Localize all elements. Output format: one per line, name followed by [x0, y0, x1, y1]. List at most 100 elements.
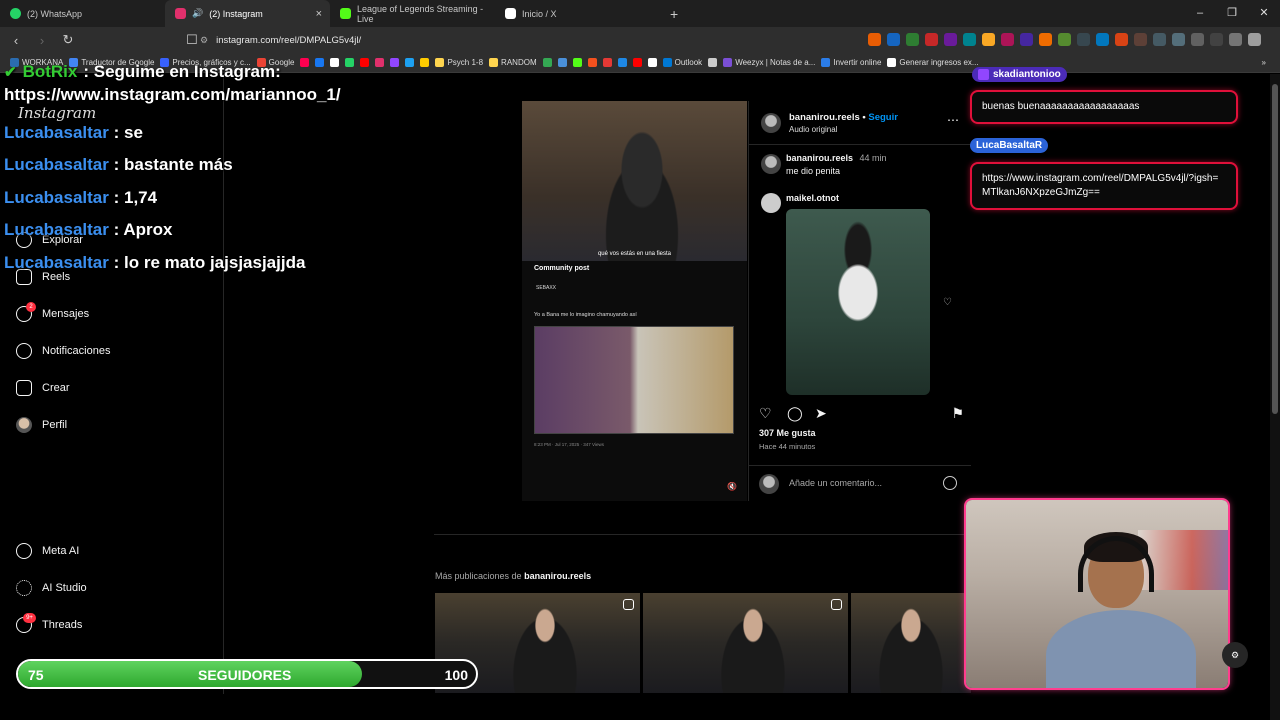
share-icon[interactable]: ➤ — [815, 405, 827, 422]
mute-icon[interactable]: 🔇 — [727, 482, 737, 491]
sidebar-item-mensajes[interactable]: 2 Mensajes — [16, 302, 90, 322]
close-tab-icon[interactable]: × — [316, 8, 322, 20]
bookmark-item[interactable] — [647, 58, 657, 67]
like-comment-icon[interactable]: ♡ — [943, 297, 952, 308]
more-bookmarks-button[interactable]: » — [1262, 58, 1280, 67]
extension-icon[interactable] — [1096, 33, 1109, 46]
comment-user[interactable]: bananirou.reels 44 min — [786, 153, 887, 163]
follow-button[interactable]: Seguir — [868, 112, 898, 123]
bookmark-icon[interactable]: ☐ — [182, 32, 202, 48]
comment-user[interactable]: maikel.otnot — [786, 193, 839, 203]
sidebar-item-perfil[interactable]: Perfil — [16, 417, 67, 433]
bookmark-item[interactable] — [587, 58, 597, 67]
comment-icon[interactable]: ◯ — [787, 405, 803, 422]
save-icon[interactable]: ⚑ — [951, 405, 964, 422]
extension-icon[interactable] — [887, 33, 900, 46]
restore-button[interactable]: ❐ — [1216, 0, 1248, 27]
like-icon[interactable]: ♡ — [759, 405, 772, 422]
extension-icon[interactable] — [982, 33, 995, 46]
sidebar-item-threads[interactable]: 9+ Threads — [16, 613, 82, 633]
sidebar-item-label: Mensajes — [42, 308, 90, 320]
bookmark-item[interactable]: Invertir online — [821, 58, 881, 67]
settings-icon[interactable]: ⚙ — [1222, 642, 1248, 668]
comment-time: 44 min — [859, 153, 887, 163]
url-field[interactable]: ⚙ instagram.com/reel/DMPALG5v4jl/ — [200, 31, 765, 49]
extension-icon[interactable] — [925, 33, 938, 46]
avatar[interactable] — [761, 113, 781, 133]
reload-icon[interactable]: ↻ — [58, 32, 78, 48]
comment-username[interactable]: bananirou.reels — [786, 153, 853, 163]
sidebar-item-meta-ai[interactable]: Meta AI — [16, 543, 79, 559]
bookmark-item[interactable] — [542, 58, 552, 67]
page-scrollbar[interactable] — [1270, 74, 1280, 720]
scrollbar-thumb[interactable] — [1272, 84, 1278, 414]
site-info-icon[interactable]: ⚙ — [200, 35, 208, 46]
back-icon[interactable]: ‹ — [6, 33, 26, 48]
extension-icon[interactable] — [1248, 33, 1261, 46]
extension-icon[interactable] — [1020, 33, 1033, 46]
extension-icon[interactable] — [963, 33, 976, 46]
sidebar-item-ai-studio[interactable]: AI Studio — [16, 580, 87, 596]
reel-icon — [623, 599, 634, 610]
comment-input[interactable]: Añade un comentario... — [789, 478, 882, 488]
post-username[interactable]: bananirou.reels • Seguir — [789, 112, 898, 123]
extension-icon[interactable] — [1115, 33, 1128, 46]
new-tab-button[interactable]: + — [670, 6, 678, 22]
extension-icon[interactable] — [1229, 33, 1242, 46]
bookmark-item[interactable] — [632, 58, 642, 67]
emoji-icon[interactable] — [943, 476, 957, 490]
extension-icon[interactable] — [1134, 33, 1147, 46]
bookmark-item[interactable]: Generar ingresos ex... — [887, 58, 979, 67]
bookmark-item[interactable] — [708, 58, 718, 67]
bookmark-favicon-icon — [632, 58, 642, 67]
sidebar-item-crear[interactable]: Crear — [16, 380, 70, 396]
extension-icon[interactable] — [1172, 33, 1185, 46]
extension-icon[interactable] — [1210, 33, 1223, 46]
extension-icon[interactable] — [1077, 33, 1090, 46]
comment-video[interactable] — [786, 209, 930, 395]
divider — [434, 534, 974, 535]
extension-icon[interactable] — [1039, 33, 1052, 46]
extension-icon[interactable] — [906, 33, 919, 46]
chat-message: Lucabasaltar : lo re mato jajsjasjajjda — [4, 253, 305, 273]
bookmark-favicon-icon — [572, 58, 582, 67]
more-options-icon[interactable]: ⋯ — [947, 113, 959, 127]
extension-icon[interactable] — [868, 33, 881, 46]
instagram-logo[interactable]: Instagram — [18, 104, 96, 122]
forward-icon[interactable]: › — [32, 33, 52, 48]
bookmark-item[interactable] — [602, 58, 612, 67]
extension-icon[interactable] — [1001, 33, 1014, 46]
post-header: bananirou.reels • Seguir Audio original … — [749, 101, 971, 145]
like-count[interactable]: 307 Me gusta — [759, 428, 816, 438]
speaker-icon[interactable]: 🔊 — [192, 8, 203, 19]
tab-instagram[interactable]: 🔊 (2) Instagram × — [165, 0, 330, 27]
more-posts-user[interactable]: bananirou.reels — [524, 571, 591, 581]
avatar[interactable] — [761, 193, 781, 213]
bookmark-item[interactable]: Outlook — [662, 58, 702, 67]
bookmark-item[interactable]: Weezyx | Notas de a... — [723, 58, 815, 67]
thumbnail-figure — [871, 603, 951, 693]
tab-x[interactable]: Inicio / X — [495, 0, 660, 27]
post-thumbnail[interactable] — [851, 593, 971, 693]
reel-video[interactable]: qué vos estás en una fiesta Community po… — [522, 101, 747, 501]
username-text[interactable]: bananirou.reels — [789, 112, 860, 123]
ai-studio-icon — [16, 580, 32, 596]
extension-icon[interactable] — [1153, 33, 1166, 46]
extension-icon[interactable] — [944, 33, 957, 46]
minimize-button[interactable]: – — [1184, 0, 1216, 27]
tab-whatsapp[interactable]: (2) WhatsApp — [0, 0, 165, 27]
bookmark-favicon-icon — [662, 58, 672, 67]
post-thumbnail[interactable] — [643, 593, 848, 693]
heart-icon — [16, 343, 32, 359]
extension-icon[interactable] — [1058, 33, 1071, 46]
close-window-button[interactable]: ✕ — [1248, 0, 1280, 27]
avatar[interactable] — [761, 154, 781, 174]
bookmark-favicon-icon — [708, 58, 718, 67]
audio-label[interactable]: Audio original — [789, 125, 837, 134]
bookmark-item[interactable] — [572, 58, 582, 67]
sidebar-item-notificaciones[interactable]: Notificaciones — [16, 343, 110, 359]
tab-kick[interactable]: League of Legends Streaming - Live — [330, 0, 495, 27]
bookmark-item[interactable] — [557, 58, 567, 67]
extension-icon[interactable] — [1191, 33, 1204, 46]
bookmark-item[interactable] — [617, 58, 627, 67]
